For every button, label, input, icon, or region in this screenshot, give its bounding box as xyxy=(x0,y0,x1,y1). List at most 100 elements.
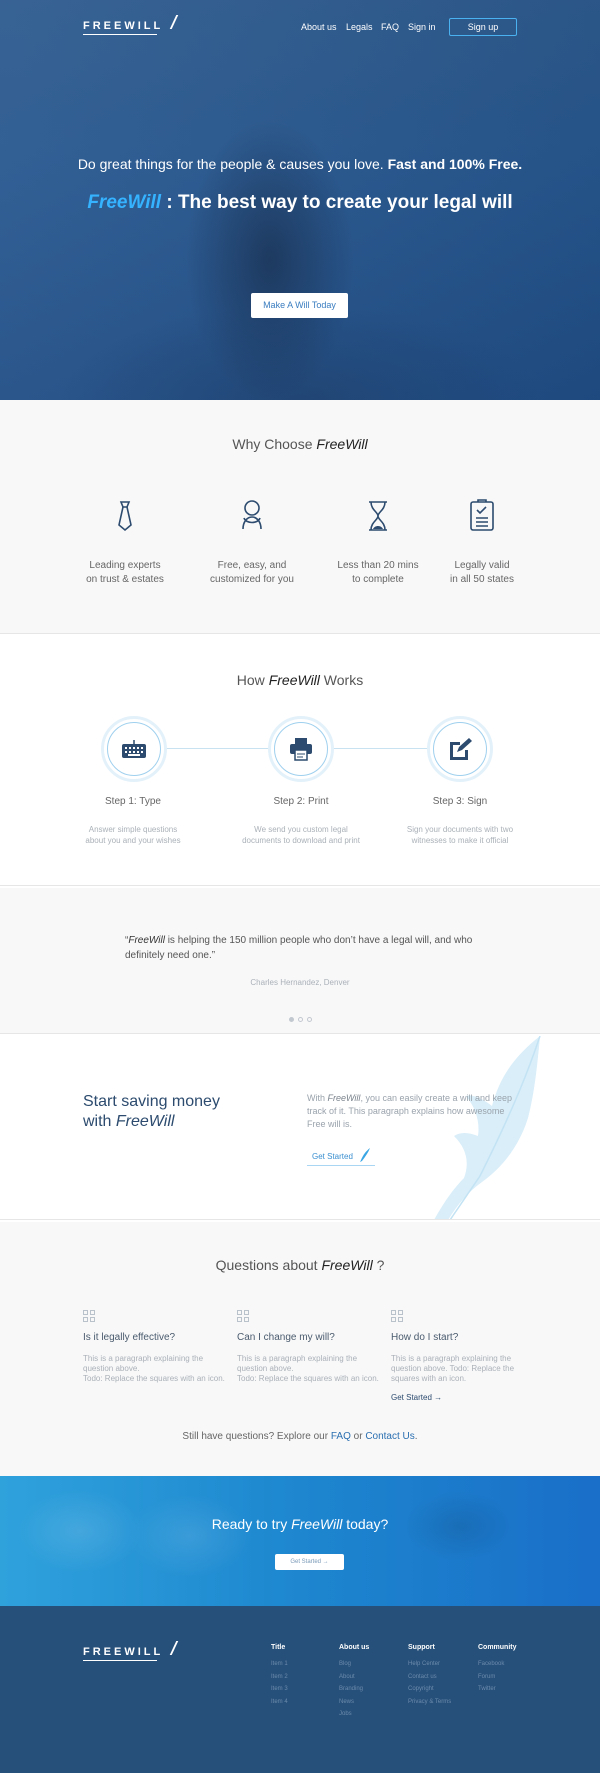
feature-text-line1: Leading experts xyxy=(89,560,161,571)
faq-footer-end: . xyxy=(414,1431,418,1442)
feature-item: Leading experts on trust & estates xyxy=(65,496,185,587)
faq-item: Can I change my will? This is a paragrap… xyxy=(237,1310,387,1384)
step-description: Sign your documents with two witnesses to… xyxy=(390,824,530,846)
hero-tagline: Do great things for the people & causes … xyxy=(0,156,600,172)
feature-text-line2: in all 50 states xyxy=(450,574,514,585)
footer: FREEWILL Title Item 1 Item 2 Item 3 Item… xyxy=(0,1606,600,1773)
step-description-line1: Sign your documents with two xyxy=(406,825,514,834)
ready-title-post: today? xyxy=(342,1516,389,1532)
step-connector xyxy=(165,748,271,749)
footer-link[interactable]: News xyxy=(339,1696,369,1709)
ready-title-pre: Ready to try xyxy=(211,1516,292,1532)
hero-tagline-bold: Fast and 100% Free. xyxy=(387,156,523,172)
carousel-dot-2[interactable] xyxy=(298,1017,303,1022)
carousel-dot-3[interactable] xyxy=(307,1017,312,1022)
step-title: Step 1: Type xyxy=(105,796,161,807)
footer-link[interactable]: Blog xyxy=(339,1658,369,1671)
footer-link[interactable]: Twitter xyxy=(478,1683,517,1696)
feature-item: Free, easy, and customized for you xyxy=(192,496,312,587)
footer-link[interactable]: Contact us xyxy=(408,1671,451,1684)
why-title-brand: FreeWill xyxy=(316,436,368,452)
header-logo[interactable]: FREEWILL xyxy=(83,15,179,35)
logo-underline xyxy=(83,1660,158,1661)
why-title-text: Why Choose xyxy=(232,436,317,452)
faq-section: Questions about FreeWill ? Is it legally… xyxy=(0,1222,600,1476)
ready-get-started-label: Get Started xyxy=(290,1559,321,1565)
faq-title: Questions about FreeWill ? xyxy=(0,1257,600,1273)
feature-text-line2: customized for you xyxy=(210,574,294,585)
faq-item: Is it legally effective? This is a parag… xyxy=(83,1310,233,1384)
carousel-dot-1[interactable] xyxy=(289,1017,294,1022)
grid-placeholder-icon xyxy=(391,1310,404,1323)
faq-answer-text: This is a paragraph explaining the quest… xyxy=(83,1354,204,1373)
logo-underline xyxy=(83,34,158,35)
footer-column: About us Blog About Branding News Jobs xyxy=(339,1644,369,1721)
sign-up-button[interactable]: Sign up xyxy=(449,18,517,36)
footer-column-title: Community xyxy=(478,1644,517,1651)
printer-icon xyxy=(290,738,312,761)
footer-link[interactable]: About xyxy=(339,1671,369,1684)
faq-answer: This is a paragraph explaining the quest… xyxy=(237,1354,387,1384)
testimonial-quote: “FreeWill is helping the 150 million peo… xyxy=(125,933,485,963)
footer-link[interactable]: Jobs xyxy=(339,1708,369,1721)
how-it-works-title: How FreeWill Works xyxy=(0,672,600,688)
hourglass-icon xyxy=(358,496,398,536)
faq-answer-todo: Todo: Replace the squares with an icon. xyxy=(237,1374,379,1383)
sign-icon xyxy=(450,738,472,760)
faq-footer-pre: Still have questions? Explore our xyxy=(182,1431,331,1442)
footer-column-title: Title xyxy=(271,1644,286,1651)
make-a-will-button[interactable]: Make A Will Today xyxy=(251,293,348,318)
nav-about-us[interactable]: About us xyxy=(301,22,337,32)
step-circle xyxy=(268,716,334,782)
ready-get-started-button[interactable]: Get Started → xyxy=(275,1554,344,1570)
faq-footer-or: or xyxy=(350,1431,366,1442)
feather-icon xyxy=(161,1641,179,1655)
footer-link[interactable]: Privacy & Terms xyxy=(408,1696,451,1709)
faq-answer-text: This is a paragraph explaining the quest… xyxy=(237,1354,358,1373)
step-connector xyxy=(333,748,431,749)
footer-logo[interactable]: FREEWILL xyxy=(83,1641,179,1661)
faq-answer-todo: Todo: Replace the squares with an icon. xyxy=(83,1374,225,1383)
save-get-started-link[interactable]: Get Started xyxy=(307,1148,376,1166)
footer-link[interactable]: Forum xyxy=(478,1671,517,1684)
feature-text-line2: to complete xyxy=(352,574,404,585)
keyboard-icon xyxy=(122,740,146,758)
step-description-line2: documents to download and print xyxy=(242,836,360,845)
how-title-text: How xyxy=(236,672,269,688)
faq-link[interactable]: FAQ xyxy=(331,1431,351,1442)
step-circle xyxy=(427,716,493,782)
faq-question: How do I start? xyxy=(391,1332,459,1343)
ready-title-brand: FreeWill xyxy=(291,1516,343,1532)
faq-item: How do I start? This is a paragraph expl… xyxy=(391,1310,541,1402)
save-title-line1: Start saving money xyxy=(83,1093,220,1110)
footer-link[interactable]: Item 4 xyxy=(271,1696,288,1709)
save-money-title: Start saving money with FreeWill xyxy=(83,1092,220,1132)
step-description-line1: We send you custom legal xyxy=(254,825,348,834)
footer-link[interactable]: Branding xyxy=(339,1683,369,1696)
arrow-right-icon: → xyxy=(434,1393,443,1402)
contact-us-link[interactable]: Contact Us xyxy=(365,1431,414,1442)
footer-link[interactable]: Copyright xyxy=(408,1683,451,1696)
feather-icon xyxy=(360,1148,371,1162)
how-title-brand: FreeWill xyxy=(268,672,320,688)
footer-link[interactable]: Item 2 xyxy=(271,1671,288,1684)
faq-question: Is it legally effective? xyxy=(83,1332,176,1343)
quote-brand: FreeWill xyxy=(128,935,165,946)
step-title: Step 3: Sign xyxy=(432,796,488,807)
footer-column-title: About us xyxy=(339,1644,370,1651)
why-choose-section: Why Choose FreeWill Leading experts on tr… xyxy=(0,400,600,634)
save-money-section: Start saving money with FreeWill With Fr… xyxy=(0,1036,600,1220)
nav-sign-in[interactable]: Sign in xyxy=(408,22,436,32)
footer-link[interactable]: Facebook xyxy=(478,1658,517,1671)
feature-item: Legally valid in all 50 states xyxy=(422,496,542,587)
faq-title-text: Questions about xyxy=(215,1257,322,1273)
faq-get-started-link[interactable]: Get Started → xyxy=(391,1393,541,1402)
footer-link[interactable]: Item 3 xyxy=(271,1683,288,1696)
faq-answer: This is a paragraph explaining the quest… xyxy=(83,1354,233,1384)
step-description: Answer simple questions about you and you… xyxy=(63,824,203,846)
save-title-line2-text: with xyxy=(83,1113,116,1130)
nav-faq[interactable]: FAQ xyxy=(381,22,399,32)
footer-link[interactable]: Item 1 xyxy=(271,1658,288,1671)
footer-link[interactable]: Help Center xyxy=(408,1658,451,1671)
nav-legals[interactable]: Legals xyxy=(346,22,373,32)
